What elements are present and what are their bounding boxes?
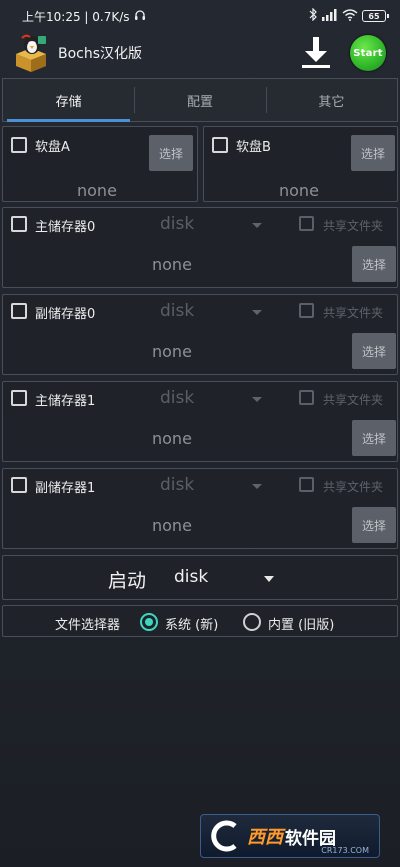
drive-type-dropdown[interactable]: disk xyxy=(160,388,194,408)
drive-type-dropdown[interactable]: disk xyxy=(160,475,194,495)
tab-bar: 存储 配置 其它 xyxy=(2,78,398,122)
battery-icon: 65 xyxy=(362,10,389,22)
drive-select-label: 选择 xyxy=(361,431,386,446)
start-label: Start xyxy=(353,47,383,59)
shared-folder-label: 共享文件夹 xyxy=(323,219,384,233)
floppy-b-select-button[interactable]: 选择 xyxy=(351,135,395,171)
floppy-a-checkbox[interactable] xyxy=(11,137,27,153)
watermark-logo-text: 西西 xyxy=(247,827,283,848)
floppy-a-select-button[interactable]: 选择 xyxy=(149,135,193,171)
drive-select-label: 选择 xyxy=(361,344,386,359)
status-left: 上午10:25 | 0.7K/s xyxy=(22,8,146,25)
drive-panel: 副储存器1 disk 共享文件夹 none 选择 xyxy=(2,468,398,549)
bluetooth-icon xyxy=(308,7,318,24)
boot-label: 启动 xyxy=(108,570,147,592)
boot-panel: 启动 disk xyxy=(2,555,398,600)
floppy-b-select-label: 选择 xyxy=(360,146,385,161)
shared-folder-checkbox[interactable] xyxy=(299,390,314,405)
tab-storage-label: 存储 xyxy=(55,94,82,110)
file-picker-panel: 文件选择器 系统 (新) 内置 (旧版) xyxy=(2,605,398,637)
wifi-icon xyxy=(342,8,358,24)
drive-value: none xyxy=(152,342,192,361)
drive-type-dropdown[interactable]: disk xyxy=(160,214,194,234)
drive-value: none xyxy=(152,255,192,274)
tab-other[interactable]: 其它 xyxy=(265,79,397,121)
drive-checkbox[interactable] xyxy=(11,477,27,493)
download-icon xyxy=(302,37,330,68)
file-picker-label: 文件选择器 xyxy=(55,618,121,633)
drive-panel: 副储存器0 disk 共享文件夹 none 选择 xyxy=(2,294,398,375)
watermark-c-icon xyxy=(211,820,237,852)
chevron-down-icon xyxy=(252,397,262,402)
floppy-a-select-label: 选择 xyxy=(158,146,183,161)
drive-select-label: 选择 xyxy=(361,518,386,533)
floppy-b-checkbox[interactable] xyxy=(212,137,228,153)
drive-select-label: 选择 xyxy=(361,257,386,272)
drive-checkbox[interactable] xyxy=(11,303,27,319)
chevron-down-icon xyxy=(252,310,262,315)
chevron-down-icon xyxy=(264,576,274,582)
boot-device-dropdown[interactable]: disk xyxy=(174,567,208,587)
file-picker-system-label: 系统 (新) xyxy=(165,618,219,633)
tab-storage[interactable]: 存储 xyxy=(3,79,134,122)
drive-panel: 主储存器0 disk 共享文件夹 none 选择 xyxy=(2,207,398,288)
start-button[interactable]: Start xyxy=(350,35,386,71)
drive-select-button[interactable]: 选择 xyxy=(352,507,396,543)
drive-label: 副储存器1 xyxy=(35,481,96,496)
tab-config-label: 配置 xyxy=(186,94,213,110)
drive-checkbox[interactable] xyxy=(11,390,27,406)
drive-label: 主储存器1 xyxy=(35,394,96,409)
drive-select-button[interactable]: 选择 xyxy=(352,246,396,282)
shared-folder-label: 共享文件夹 xyxy=(323,480,384,494)
shared-folder-checkbox[interactable] xyxy=(299,303,314,318)
chevron-down-icon xyxy=(252,484,262,489)
headphones-icon xyxy=(134,9,146,24)
app-screen: 上午10:25 | 0.7K/s 65 Bochs汉化版 Start 存储 配置… xyxy=(0,0,400,867)
drive-panel: 主储存器1 disk 共享文件夹 none 选择 xyxy=(2,381,398,462)
app-header: Bochs汉化版 Start xyxy=(0,32,400,74)
drive-value: none xyxy=(152,429,192,448)
shared-folder-label: 共享文件夹 xyxy=(323,306,384,320)
drive-checkbox[interactable] xyxy=(11,216,27,232)
chevron-down-icon xyxy=(252,223,262,228)
app-title: Bochs汉化版 xyxy=(58,46,143,62)
floppy-b-label: 软盘B xyxy=(236,140,271,155)
watermark-logo: 西西 软件园 CR173.COM xyxy=(200,814,380,858)
drive-select-button[interactable]: 选择 xyxy=(352,420,396,456)
cellular-signal-icon xyxy=(322,8,338,24)
drive-type-dropdown[interactable]: disk xyxy=(160,301,194,321)
file-picker-builtin-label: 内置 (旧版) xyxy=(268,618,335,633)
watermark-sub: CR173.COM xyxy=(321,846,369,855)
floppy-a-panel: 软盘A 选择 none xyxy=(2,126,198,202)
watermark-text: 软件园 xyxy=(285,828,336,849)
download-button[interactable] xyxy=(298,34,334,70)
status-right: 65 xyxy=(308,7,389,24)
floppy-a-label: 软盘A xyxy=(35,140,70,155)
floppy-b-value: none xyxy=(279,181,319,200)
shared-folder-checkbox[interactable] xyxy=(299,216,314,231)
status-time-speed: 上午10:25 | 0.7K/s xyxy=(22,9,130,24)
drive-value: none xyxy=(152,516,192,535)
status-bar: 上午10:25 | 0.7K/s 65 xyxy=(0,0,400,32)
shared-folder-label: 共享文件夹 xyxy=(323,393,384,407)
shared-folder-checkbox[interactable] xyxy=(299,477,314,492)
drive-label: 主储存器0 xyxy=(35,220,96,235)
drive-label: 副储存器0 xyxy=(35,307,96,322)
drive-select-button[interactable]: 选择 xyxy=(352,333,396,369)
file-picker-builtin-radio[interactable] xyxy=(243,613,261,631)
bochs-logo-icon xyxy=(12,34,50,72)
battery-level: 65 xyxy=(368,11,380,21)
tab-config[interactable]: 配置 xyxy=(134,79,265,121)
tab-other-label: 其它 xyxy=(318,94,345,110)
floppy-a-value: none xyxy=(77,181,117,200)
floppy-b-panel: 软盘B 选择 none xyxy=(203,126,398,202)
file-picker-system-radio[interactable] xyxy=(140,613,158,631)
